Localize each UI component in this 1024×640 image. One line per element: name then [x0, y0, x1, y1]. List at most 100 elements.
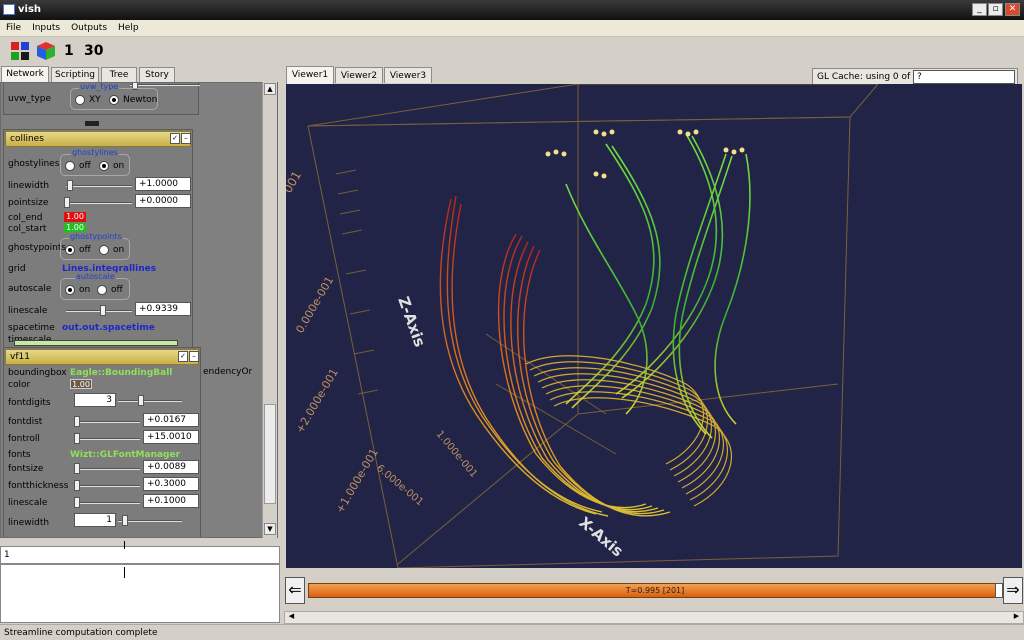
boundingbox-value[interactable]: Eagle::BoundingBall [70, 368, 172, 378]
fontthickness-slider-knob[interactable] [74, 480, 80, 491]
tab-scripting[interactable]: Scripting [51, 67, 99, 82]
vf11-linescale-input[interactable]: +0.1000 [143, 494, 199, 508]
col-end-swatch[interactable]: 1.00 [64, 212, 86, 222]
viewer-tabs: Viewer1 Viewer2 Viewer3 [286, 66, 436, 84]
boundingbox-label: boundingbox [8, 368, 67, 378]
vf11-linewidth-input[interactable]: 1 [74, 513, 116, 527]
tab-tree[interactable]: Tree [101, 67, 137, 82]
cube-icon[interactable] [36, 41, 56, 61]
next-time-button[interactable]: ⇒ [1003, 577, 1023, 604]
uvw-xy-radio[interactable] [75, 95, 85, 105]
vf11-header[interactable]: vf11 ✓ – [5, 349, 199, 365]
text-cursor [124, 567, 125, 578]
linewidth-slider-knob[interactable] [67, 180, 73, 191]
vf11-linewidth-slider-knob[interactable] [122, 515, 128, 526]
linescale-slider-knob[interactable] [100, 305, 106, 316]
grid-view-icon[interactable] [10, 41, 30, 61]
tab-network[interactable]: Network [1, 66, 49, 83]
hidden-node-bar [14, 340, 178, 346]
fontdigits-input[interactable]: 3 [74, 393, 116, 407]
viewer-hscrollbar[interactable]: ◀ ▶ [284, 611, 1024, 624]
autoscale-off-radio[interactable] [97, 285, 107, 295]
uvw-newton-radio[interactable] [109, 95, 119, 105]
fontroll-input[interactable]: +15.0010 [143, 430, 199, 444]
minimize-button[interactable]: _ [972, 3, 987, 16]
fontdigits-slider[interactable] [118, 400, 182, 402]
menu-file[interactable]: File [0, 20, 26, 33]
linescale-input[interactable]: +0.9339 [135, 302, 191, 316]
vf11-linescale-slider[interactable] [74, 502, 140, 504]
color-swatch[interactable]: 1.00 [70, 379, 92, 389]
ghostypoints-on-radio[interactable] [99, 245, 109, 255]
maximize-button[interactable]: ▫ [988, 3, 1003, 16]
pointsize-slider-knob[interactable] [64, 197, 70, 208]
menu-outputs[interactable]: Outputs [65, 20, 112, 33]
linewidth-slider[interactable] [66, 185, 132, 187]
splitter-mark[interactable] [124, 541, 125, 549]
gl-cache-input[interactable]: ? [913, 70, 1015, 84]
fonts-value[interactable]: Wizt::GLFontManager [70, 450, 180, 460]
fontroll-slider-knob[interactable] [74, 433, 80, 444]
col-end-label: col_end [8, 213, 43, 223]
prev-time-button[interactable]: ⇐ [285, 577, 305, 604]
vf11-edit-button[interactable]: ✓ [178, 351, 188, 362]
uvw-type-group: uvw_type XY Newton [70, 83, 158, 110]
x-axis-label: X-Axis [575, 513, 626, 560]
autoscale-on-radio[interactable] [65, 285, 75, 295]
tab-viewer1[interactable]: Viewer1 [286, 66, 334, 84]
vf11-minimize-button[interactable]: – [189, 351, 199, 362]
spacetime-label: spacetime [8, 323, 55, 333]
linescale-slider[interactable] [66, 310, 132, 312]
fontdist-slider[interactable] [74, 421, 140, 423]
spacetime-value[interactable]: out.out.spacetime [62, 323, 155, 333]
time-slider-knob[interactable] [994, 583, 1003, 598]
scroll-down-arrow[interactable]: ▼ [264, 523, 276, 535]
ghostylines-on-radio[interactable] [99, 161, 109, 171]
scroll-left-arrow[interactable]: ◀ [286, 612, 297, 623]
ghostypoints-off-radio[interactable] [65, 245, 75, 255]
pointsize-input[interactable]: +0.0000 [135, 194, 191, 208]
pointsize-slider[interactable] [66, 202, 132, 204]
connector-port[interactable] [85, 121, 99, 126]
fontdigits-slider-knob[interactable] [138, 395, 144, 406]
fontdist-input[interactable]: +0.0167 [143, 413, 199, 427]
ghostypoints-group: ghostypoints off on [60, 232, 130, 260]
fontdist-slider-knob[interactable] [74, 416, 80, 427]
left-tabs: Network Scripting Tree Story [0, 66, 280, 83]
ghostypoints-off-label: off [79, 245, 91, 255]
fontthickness-slider[interactable] [74, 485, 140, 487]
fontthickness-input[interactable]: +0.3000 [143, 477, 199, 491]
linewidth-input[interactable]: +1.0000 [135, 177, 191, 191]
time-slider[interactable]: T=0.995 [201] [308, 583, 1002, 598]
viewer-canvas[interactable]: 001 0.000e-001 +2.000e-001 +1.000e-001 1… [286, 84, 1022, 568]
title-bar: vish _ ▫ ✕ [0, 0, 1024, 20]
scroll-right-arrow[interactable]: ▶ [1011, 612, 1022, 623]
menu-inputs[interactable]: Inputs [26, 20, 65, 33]
fontsize-input[interactable]: +0.0089 [143, 460, 199, 474]
frame-count: 30 [84, 43, 104, 59]
close-button[interactable]: ✕ [1005, 3, 1020, 16]
fontthickness-label: fontthickness [8, 481, 69, 491]
fontsize-slider[interactable] [74, 468, 140, 470]
fontsize-slider-knob[interactable] [74, 463, 80, 474]
network-scrollbar[interactable]: ▲ ▼ [262, 82, 277, 538]
collines-edit-button[interactable]: ✓ [170, 133, 180, 144]
scroll-up-arrow[interactable]: ▲ [264, 83, 276, 95]
scroll-thumb[interactable] [264, 404, 276, 504]
fontroll-slider[interactable] [74, 438, 140, 440]
toolbar: 1 30 [0, 37, 1024, 65]
tab-viewer2[interactable]: Viewer2 [335, 67, 383, 83]
collines-header[interactable]: collines ✓ – [5, 131, 191, 147]
vf11-linescale-slider-knob[interactable] [74, 497, 80, 508]
output-console[interactable] [0, 564, 280, 623]
collines-minimize-button[interactable]: – [181, 133, 191, 144]
tick-label-1: 001 [286, 169, 304, 196]
tab-viewer3[interactable]: Viewer3 [384, 67, 432, 83]
autoscale-group: autoscale on off [60, 272, 130, 300]
streamline-render[interactable]: 001 0.000e-001 +2.000e-001 +1.000e-001 1… [286, 84, 1022, 568]
tab-story[interactable]: Story [139, 67, 175, 82]
vf11-linescale-label: linescale [8, 498, 48, 508]
ghostylines-off-radio[interactable] [65, 161, 75, 171]
menu-help[interactable]: Help [112, 20, 144, 33]
partial-slider[interactable] [130, 84, 200, 86]
